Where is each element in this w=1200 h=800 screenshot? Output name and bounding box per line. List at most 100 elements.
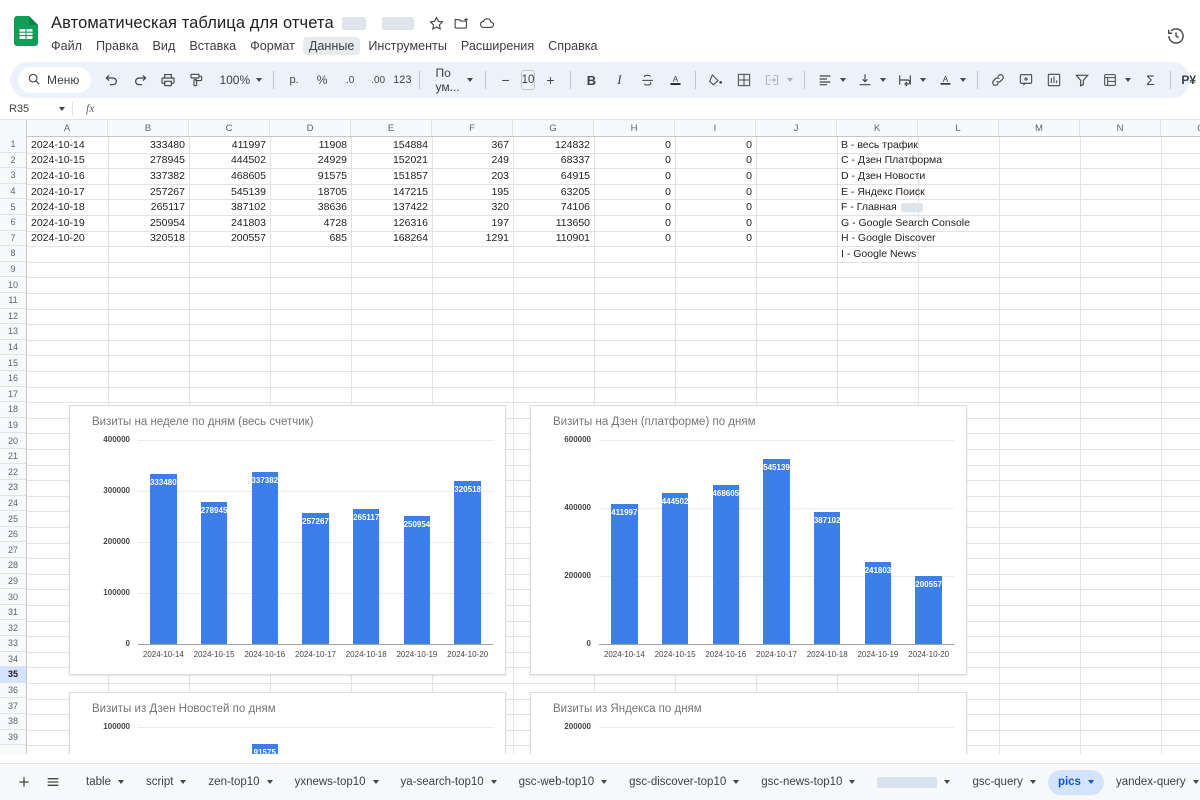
cell-I7[interactable]: 0 xyxy=(675,231,756,247)
row-header-10[interactable]: 10 xyxy=(0,277,26,293)
row-header-19[interactable]: 19 xyxy=(0,418,26,434)
zoom-control[interactable]: 100% xyxy=(211,67,266,93)
column-header-g[interactable]: G xyxy=(513,120,594,136)
cell-B2[interactable]: 278945 xyxy=(108,153,189,169)
cell-K1[interactable]: B - весь трафик xyxy=(837,137,1015,153)
name-box[interactable]: R35 xyxy=(0,103,72,115)
chevron-down-icon[interactable] xyxy=(601,780,608,784)
font-size-input[interactable]: 10 xyxy=(520,70,536,90)
chevron-down-icon[interactable] xyxy=(180,780,187,784)
text-wrap-icon[interactable] xyxy=(892,67,918,93)
cell-B7[interactable]: 320518 xyxy=(108,231,189,247)
cloud-saved-icon[interactable] xyxy=(478,15,495,32)
cell-H7[interactable]: 0 xyxy=(594,231,675,247)
merge-cells-icon[interactable] xyxy=(759,67,785,93)
cell-H2[interactable]: 0 xyxy=(594,153,675,169)
chevron-down-icon[interactable] xyxy=(849,780,856,784)
cell-K2[interactable]: C - Дзен Платформа xyxy=(837,153,1015,169)
cell-I4[interactable]: 0 xyxy=(675,184,756,200)
row-header-33[interactable]: 33 xyxy=(0,636,26,652)
row-header-29[interactable]: 29 xyxy=(0,574,26,590)
bar-2024-10-14[interactable] xyxy=(150,473,177,644)
text-color-button[interactable]: A xyxy=(662,67,688,93)
cell-F2[interactable]: 249 xyxy=(432,153,513,169)
chevron-down-icon[interactable] xyxy=(944,780,951,784)
cell-I1[interactable]: 0 xyxy=(675,137,756,153)
row-header-34[interactable]: 34 xyxy=(0,652,26,668)
sheet-tab-gsc-web-top10[interactable]: gsc-web-top10 xyxy=(509,770,617,795)
cell-D2[interactable]: 24929 xyxy=(270,153,351,169)
row-header-35[interactable]: 35 xyxy=(0,667,26,683)
cell-G7[interactable]: 110901 xyxy=(513,231,594,247)
sheet-tab-gsc-discover-top10[interactable]: gsc-discover-top10 xyxy=(619,770,749,795)
row-header-1[interactable]: 1 xyxy=(0,137,26,153)
cell-G2[interactable]: 68337 xyxy=(513,153,594,169)
bar-2024-10-20[interactable] xyxy=(454,480,481,644)
currency-format-button[interactable]: р. xyxy=(281,67,307,93)
menu-item-help[interactable]: Справка xyxy=(542,37,603,55)
cell-I2[interactable]: 0 xyxy=(675,153,756,169)
cell-H5[interactable]: 0 xyxy=(594,199,675,215)
fill-color-icon[interactable] xyxy=(703,67,729,93)
row-header-17[interactable]: 17 xyxy=(0,387,26,403)
cell-C7[interactable]: 200557 xyxy=(189,231,270,247)
cell-G5[interactable]: 74106 xyxy=(513,199,594,215)
sheet-tab-table[interactable]: table xyxy=(76,770,134,795)
menu-item-extensions[interactable]: Расширения xyxy=(455,37,540,55)
row-header-37[interactable]: 37 xyxy=(0,698,26,714)
chevron-down-icon[interactable] xyxy=(733,780,740,784)
column-header-f[interactable]: F xyxy=(432,120,513,136)
add-sheet-icon[interactable] xyxy=(10,768,38,796)
row-header-11[interactable]: 11 xyxy=(0,293,26,309)
sheet-tab-ya-search-top10[interactable]: ya-search-top10 xyxy=(391,770,507,795)
row-header-16[interactable]: 16 xyxy=(0,371,26,387)
grid-cells[interactable]: 2024-10-14 333480 411997 11908 154884 367 1248… xyxy=(27,137,1200,754)
cell-E3[interactable]: 151857 xyxy=(351,168,432,184)
increase-font-size-button[interactable]: + xyxy=(537,67,563,93)
bar-2024-10-18[interactable] xyxy=(814,512,841,644)
bar-2024-10-14[interactable] xyxy=(611,503,638,644)
text-rotation-icon[interactable]: A xyxy=(932,67,958,93)
chevron-down-icon[interactable] xyxy=(880,78,887,82)
row-header-9[interactable]: 9 xyxy=(0,262,26,278)
insert-chart-icon[interactable] xyxy=(1041,67,1067,93)
chevron-down-icon[interactable] xyxy=(1192,780,1199,784)
cell-A1[interactable]: 2024-10-14 xyxy=(27,137,108,153)
column-header-d[interactable]: D xyxy=(270,120,351,136)
toolbar-menu-button[interactable]: Меню xyxy=(18,67,92,93)
cell-K5[interactable]: F - Главная xyxy=(837,199,1015,215)
cell-D6[interactable]: 4728 xyxy=(270,215,351,231)
menu-item-file[interactable]: Файл xyxy=(45,37,88,55)
bar-2024-10-16[interactable] xyxy=(251,471,278,644)
row-header-39[interactable]: 39 xyxy=(0,730,26,746)
sheet-tab-gsc-query[interactable]: gsc-query xyxy=(962,770,1046,795)
menu-item-edit[interactable]: Правка xyxy=(90,37,145,55)
row-header-6[interactable]: 6 xyxy=(0,215,26,231)
cell-I5[interactable]: 0 xyxy=(675,199,756,215)
cell-B5[interactable]: 265117 xyxy=(108,199,189,215)
cell-E1[interactable]: 154884 xyxy=(351,137,432,153)
cell-A7[interactable]: 2024-10-20 xyxy=(27,231,108,247)
cell-E6[interactable]: 126316 xyxy=(351,215,432,231)
cell-D4[interactable]: 18705 xyxy=(270,184,351,200)
cell-H4[interactable]: 0 xyxy=(594,184,675,200)
row-header-36[interactable]: 36 xyxy=(0,683,26,699)
page-title[interactable]: Автоматическая таблица для отчета xyxy=(51,14,334,33)
undo-icon[interactable] xyxy=(99,67,125,93)
row-header-20[interactable]: 20 xyxy=(0,433,26,449)
row-header-13[interactable]: 13 xyxy=(0,324,26,340)
bar-2024-10-17[interactable] xyxy=(302,512,329,644)
bar-2024-10-19[interactable] xyxy=(403,516,431,644)
spreadsheet-grid[interactable]: ABCDEFGHIJKLMNO 123456789101112131415161… xyxy=(0,120,1200,754)
row-header-21[interactable]: 21 xyxy=(0,449,26,465)
cell-D3[interactable]: 91575 xyxy=(270,168,351,184)
cell-F1[interactable]: 367 xyxy=(432,137,513,153)
bar-2024-10-16[interactable] xyxy=(712,484,739,644)
row-header-15[interactable]: 15 xyxy=(0,355,26,371)
bar-2024-10-18[interactable] xyxy=(353,508,380,644)
print-icon[interactable] xyxy=(155,67,181,93)
column-header-a[interactable]: A xyxy=(27,120,108,136)
menu-item-tools[interactable]: Инструменты xyxy=(362,37,453,55)
cell-G4[interactable]: 63205 xyxy=(513,184,594,200)
redo-icon[interactable] xyxy=(127,67,153,93)
